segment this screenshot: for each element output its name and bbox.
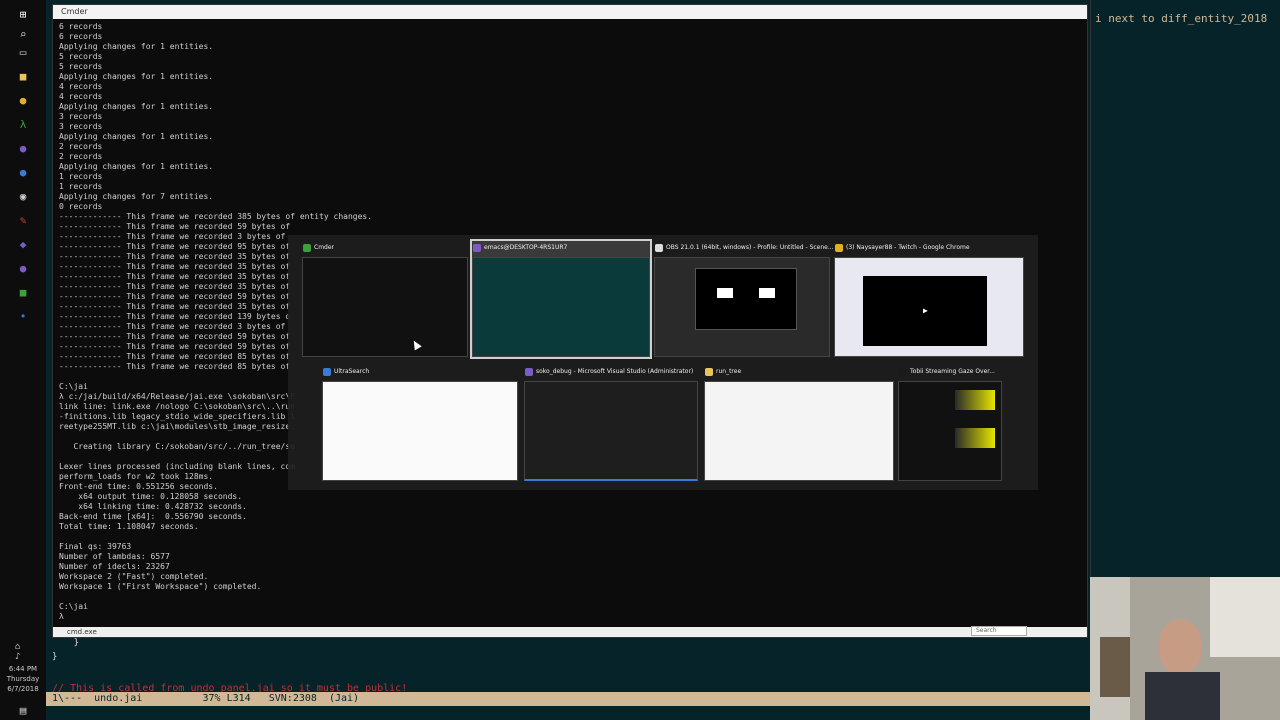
console-line: Applying changes for 1 entities. (59, 132, 214, 141)
console-line: 1 records (59, 182, 103, 191)
console-tab[interactable]: cmd.exe (67, 628, 97, 636)
console-line: Workspace 2 ("Fast") completed. (59, 572, 209, 581)
cmder-title[interactable]: Cmder (53, 5, 1087, 19)
console-line: Applying changes for 1 entities. (59, 162, 214, 171)
console-line: Workspace 1 ("First Workspace") complete… (59, 582, 262, 591)
search-icon[interactable]: ⌕ (15, 26, 31, 42)
window-thumb-emacs[interactable]: emacs@DESKTOP-4RS1UR7 (470, 239, 652, 359)
emacs-code: }} (52, 636, 79, 664)
window-thumb-cmder[interactable]: Cmder (302, 241, 468, 357)
notifications-icon[interactable]: ▤ (15, 702, 31, 718)
clock-day: Thursday (6, 675, 40, 683)
window-preview (302, 257, 468, 357)
window-thumb-ultrasearch[interactable]: UltraSearch (322, 365, 518, 481)
code-line: } (52, 638, 80, 648)
app-icon-4[interactable]: • (15, 308, 31, 324)
console-line: Applying changes for 1 entities. (59, 42, 214, 51)
window-preview (898, 381, 1002, 481)
code-line: } (52, 652, 58, 662)
console-line: Back-end time [x64]: 0.556790 seconds. (59, 512, 247, 521)
window-title: run_tree (716, 368, 742, 375)
app-icon-3[interactable]: ■ (15, 284, 31, 300)
taskbar: ⊞ ⌕ ▭ ■ ● λ ● ● ◉ ✎ ◆ ● ■ • ⌂ ♪ 6:44 PM … (0, 0, 46, 720)
window-preview (654, 257, 830, 357)
console-line: Total time: 1.108047 seconds. (59, 522, 199, 531)
window-title: Tobii Streaming Gaze Over... (910, 368, 995, 375)
webcam-image (1090, 577, 1280, 720)
ultrasearch-icon[interactable]: ● (15, 164, 31, 180)
window-thumb-visual-studio[interactable]: soko_debug - Microsoft Visual Studio (Ad… (524, 365, 698, 481)
emacs-right-pane[interactable]: i next to diff_entity_2018 (1090, 0, 1280, 580)
cmder-icon[interactable]: λ (15, 116, 31, 132)
console-line: ------------- This frame we recorded 59 … (59, 222, 291, 231)
window-preview: ▶ (834, 257, 1024, 357)
console-line: Final qs: 39763 (59, 542, 132, 551)
console-line: 4 records (59, 92, 103, 101)
console-line: Applying changes for 1 entities. (59, 102, 214, 111)
window-preview (524, 381, 698, 481)
folder-icon[interactable]: ■ (15, 68, 31, 84)
console-line: 2 records (59, 142, 103, 151)
console-line: Number of lambdas: 6577 (59, 552, 170, 561)
console-line: 3 records (59, 122, 103, 131)
window-title: UltraSearch (334, 368, 370, 375)
window-title: Cmder (314, 244, 335, 251)
console-line: 6 records (59, 32, 103, 41)
console-line: 5 records (59, 62, 103, 71)
console-line: 0 records (59, 202, 103, 211)
clock-date: 6/7/2018 (7, 685, 39, 693)
console-line: ------------- This frame we recorded 385… (59, 212, 373, 221)
console-line: Applying changes for 1 entities. (59, 72, 214, 81)
chrome-icon[interactable]: ● (15, 92, 31, 108)
console-line: 5 records (59, 52, 103, 61)
console-line: Number of idecls: 23267 (59, 562, 170, 571)
console-line: Applying changes for 7 entities. (59, 192, 214, 201)
start-icon[interactable]: ⊞ (15, 6, 31, 22)
window-title: (3) Naysayer88 - Twitch - Google Chrome (846, 244, 970, 251)
console-line: 4 records (59, 82, 103, 91)
console-line: x64 linking time: 0.428732 seconds. (59, 502, 247, 511)
console-line: 6 records (59, 22, 103, 31)
cmder-status-bar: cmd.exe Search (53, 626, 1087, 637)
window-thumb-tobii[interactable]: Tobii Streaming Gaze Over... (898, 365, 1002, 481)
console-line: C:\jai (59, 602, 88, 611)
window-title: OBS 21.0.1 (64bit, windows) - Profile: U… (666, 244, 834, 251)
window-thumb-run-tree[interactable]: run_tree (704, 365, 894, 481)
window-title: soko_debug - Microsoft Visual Studio (Ad… (536, 368, 694, 375)
app-icon[interactable]: ✎ (15, 212, 31, 228)
task-switcher: Cmder emacs@DESKTOP-4RS1UR7 OBS 21.0.1 (… (288, 235, 1038, 490)
task-view-icon[interactable]: ▭ (15, 44, 31, 60)
right-pane-text: i next to diff_entity_2018 (1095, 12, 1268, 25)
search-field[interactable]: Search (971, 626, 1027, 636)
console-line: λ (59, 612, 69, 621)
app-icon-2[interactable]: ● (15, 260, 31, 276)
window-preview (322, 381, 518, 481)
obs-icon[interactable]: ◉ (15, 188, 31, 204)
console-line: 2 records (59, 152, 103, 161)
window-preview (472, 257, 650, 357)
clock-time[interactable]: 6:44 PM (0, 664, 46, 674)
console-line: 1 records (59, 172, 103, 181)
window-title: emacs@DESKTOP-4RS1UR7 (484, 244, 568, 251)
webcam-overlay (1090, 577, 1280, 720)
tray-icons[interactable]: ⌂ ♪ (15, 642, 31, 662)
emacs-modeline: 1\--- undo.jai 37% L314 SVN:2308 (Jai) (46, 692, 1096, 706)
console-line: 3 records (59, 112, 103, 121)
window-thumb-obs[interactable]: OBS 21.0.1 (64bit, windows) - Profile: U… (654, 241, 834, 357)
visual-studio-icon[interactable]: ◆ (15, 236, 31, 252)
window-preview (704, 381, 894, 481)
console-line: x64 output time: 0.128058 seconds. (59, 492, 243, 501)
window-thumb-chrome[interactable]: (3) Naysayer88 - Twitch - Google Chrome … (834, 241, 1024, 357)
emacs-icon[interactable]: ● (15, 140, 31, 156)
